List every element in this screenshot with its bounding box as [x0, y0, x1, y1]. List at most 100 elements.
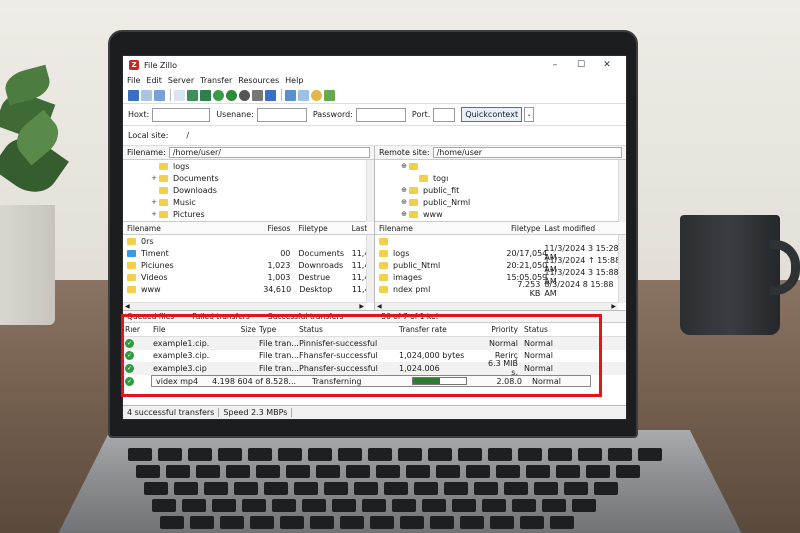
- scroll-left-icon[interactable]: ◀: [377, 303, 382, 310]
- local-horizontal-scrollbar[interactable]: ◀ ▶: [123, 302, 366, 310]
- keyboard-key: [346, 465, 370, 478]
- menu-edit[interactable]: Edit: [146, 76, 162, 85]
- list-item[interactable]: Videos 1,003 Destrue 11,4: [123, 271, 374, 283]
- username-input[interactable]: [256, 107, 307, 122]
- menu-server[interactable]: Server: [168, 76, 194, 85]
- tree-item-label: public_fit: [423, 185, 460, 195]
- tree-item[interactable]: + Music: [123, 196, 374, 208]
- col-transfer-rate[interactable]: Transfer rate: [399, 325, 484, 334]
- list-item[interactable]: Timent 00 Documents 11,4: [123, 247, 374, 259]
- new-tab-icon[interactable]: [141, 89, 152, 101]
- tree-expander[interactable]: ⊕: [399, 198, 409, 206]
- keyboard-key: [550, 516, 574, 529]
- tab-successful-transfers[interactable]: Successful transfers: [268, 312, 344, 321]
- col-size[interactable]: Size: [239, 325, 259, 334]
- directory-compare-icon[interactable]: [285, 89, 296, 101]
- remote-horizontal-scrollbar[interactable]: ◀ ▶: [375, 302, 618, 310]
- tree-expander[interactable]: +: [149, 210, 159, 218]
- quickconnect-dropdown[interactable]: ⌄: [524, 107, 535, 122]
- col-status-2[interactable]: Status: [524, 325, 584, 334]
- col-last-modified[interactable]: Last: [352, 224, 370, 233]
- sync-browse-icon[interactable]: [298, 89, 309, 101]
- remote-list-scrollbar[interactable]: [618, 235, 626, 303]
- toggle-log-icon[interactable]: [174, 89, 185, 101]
- tree-item[interactable]: ⊕ public_Nrml: [375, 196, 626, 208]
- table-row[interactable]: ✓ example3.cip File tran... Phansfer-suc…: [123, 359, 626, 377]
- port-input[interactable]: [433, 107, 456, 122]
- col-last-modified[interactable]: Last modified: [544, 224, 622, 233]
- col-type[interactable]: Type: [259, 325, 299, 334]
- col-filesize[interactable]: Fiesos: [265, 224, 295, 233]
- tree-expander[interactable]: ⊕: [399, 186, 409, 194]
- file-name: Videos: [141, 272, 168, 282]
- scroll-left-icon[interactable]: ◀: [125, 303, 130, 310]
- cancel-icon[interactable]: [239, 89, 250, 101]
- file-icon: [127, 249, 136, 257]
- col-file[interactable]: File: [153, 325, 239, 334]
- menu-resources[interactable]: Resources: [238, 76, 279, 85]
- close-button[interactable]: ✕: [594, 60, 620, 70]
- local-list-scrollbar[interactable]: [366, 235, 374, 303]
- tree-item[interactable]: ⊕: [375, 160, 626, 172]
- tab-failed-transfers[interactable]: Failed transfers: [192, 312, 250, 321]
- table-row[interactable]: ✓ example3.cip. File tran... Fhansfer-su…: [123, 350, 626, 363]
- keyboard-key: [406, 465, 430, 478]
- tree-item[interactable]: + Pictures: [123, 208, 374, 220]
- tree-item[interactable]: Downloads: [123, 184, 374, 196]
- host-input[interactable]: [152, 107, 211, 122]
- process-queue-icon[interactable]: [226, 89, 237, 101]
- toggle-tree-icon[interactable]: [187, 89, 198, 101]
- menu-transfer[interactable]: Transfer: [200, 76, 232, 85]
- remote-path-input[interactable]: /home/user: [432, 147, 622, 158]
- active-transfer-row[interactable]: videx mp4 4.198 604 of 8.528... Transfer…: [151, 375, 591, 387]
- refresh-icon[interactable]: [213, 89, 224, 101]
- minimize-button[interactable]: –: [542, 60, 568, 70]
- tree-expander[interactable]: +: [149, 198, 159, 206]
- find-icon[interactable]: [324, 89, 335, 101]
- tree-expander[interactable]: ⊕: [399, 210, 409, 218]
- menu-file[interactable]: File: [127, 76, 140, 85]
- maximize-button[interactable]: ☐: [568, 60, 594, 70]
- list-item[interactable]: 0rs: [123, 235, 374, 247]
- app-logo-icon: Z: [129, 60, 139, 70]
- list-item[interactable]: www 34,610 Desktop 11,4: [123, 283, 374, 295]
- tree-item[interactable]: togı: [375, 172, 626, 184]
- folder-icon: [379, 285, 388, 293]
- edit-icon[interactable]: [154, 89, 165, 101]
- local-tree-scrollbar[interactable]: [366, 160, 374, 222]
- tree-item[interactable]: ⊕ public_fit: [375, 184, 626, 196]
- disconnect-icon[interactable]: [252, 89, 263, 101]
- remote-tree-scrollbar[interactable]: [618, 160, 626, 222]
- local-path-input[interactable]: /home/user/: [168, 147, 370, 158]
- menu-help[interactable]: Help: [285, 76, 303, 85]
- list-item[interactable]: Piciunes 1,023 Downroads 11,4: [123, 259, 374, 271]
- scroll-right-icon[interactable]: ▶: [611, 303, 616, 310]
- site-manager-icon[interactable]: [128, 89, 139, 101]
- tree-expander[interactable]: ⊕: [399, 162, 409, 170]
- local-pane: Filename: /home/user/ logs + Documents Do…: [123, 146, 375, 310]
- keyboard-key: [242, 499, 266, 512]
- tree-item[interactable]: logs: [123, 160, 374, 172]
- reconnect-icon[interactable]: [265, 89, 276, 101]
- tree-item-label: public_Nrml: [423, 197, 471, 207]
- table-row-active[interactable]: ✓ videx mp4 4.198 604 of 8.528... Transf…: [123, 375, 626, 388]
- list-item[interactable]: ndex pml 7.253 KB 8/3/2024 8 15:88 AM: [375, 280, 626, 298]
- tree-item[interactable]: + Documents: [123, 172, 374, 184]
- col-filename[interactable]: Filename: [127, 224, 265, 233]
- col-status[interactable]: Status: [299, 325, 399, 334]
- quickconnect-button[interactable]: Quickcontext: [461, 107, 523, 122]
- col-filename[interactable]: Filename: [379, 224, 506, 233]
- table-row[interactable]: ✓ example1.cip. File tran... Pinnisfer-s…: [123, 337, 626, 350]
- tree-expander[interactable]: +: [149, 174, 159, 182]
- tree-item[interactable]: ⊕ www: [375, 208, 626, 220]
- file-name: public_Ntml: [393, 260, 441, 270]
- col-server[interactable]: Rıer: [125, 325, 153, 334]
- search-icon[interactable]: [311, 89, 322, 101]
- col-filetype[interactable]: Filetype: [294, 224, 351, 233]
- password-input[interactable]: [355, 107, 406, 122]
- toggle-remote-tree-icon[interactable]: [200, 89, 211, 101]
- tab-queued-files[interactable]: Queued files: [127, 312, 174, 321]
- col-priority[interactable]: Priority: [484, 325, 524, 334]
- col-filetype[interactable]: Filetype: [506, 224, 544, 233]
- scroll-right-icon[interactable]: ▶: [359, 303, 364, 310]
